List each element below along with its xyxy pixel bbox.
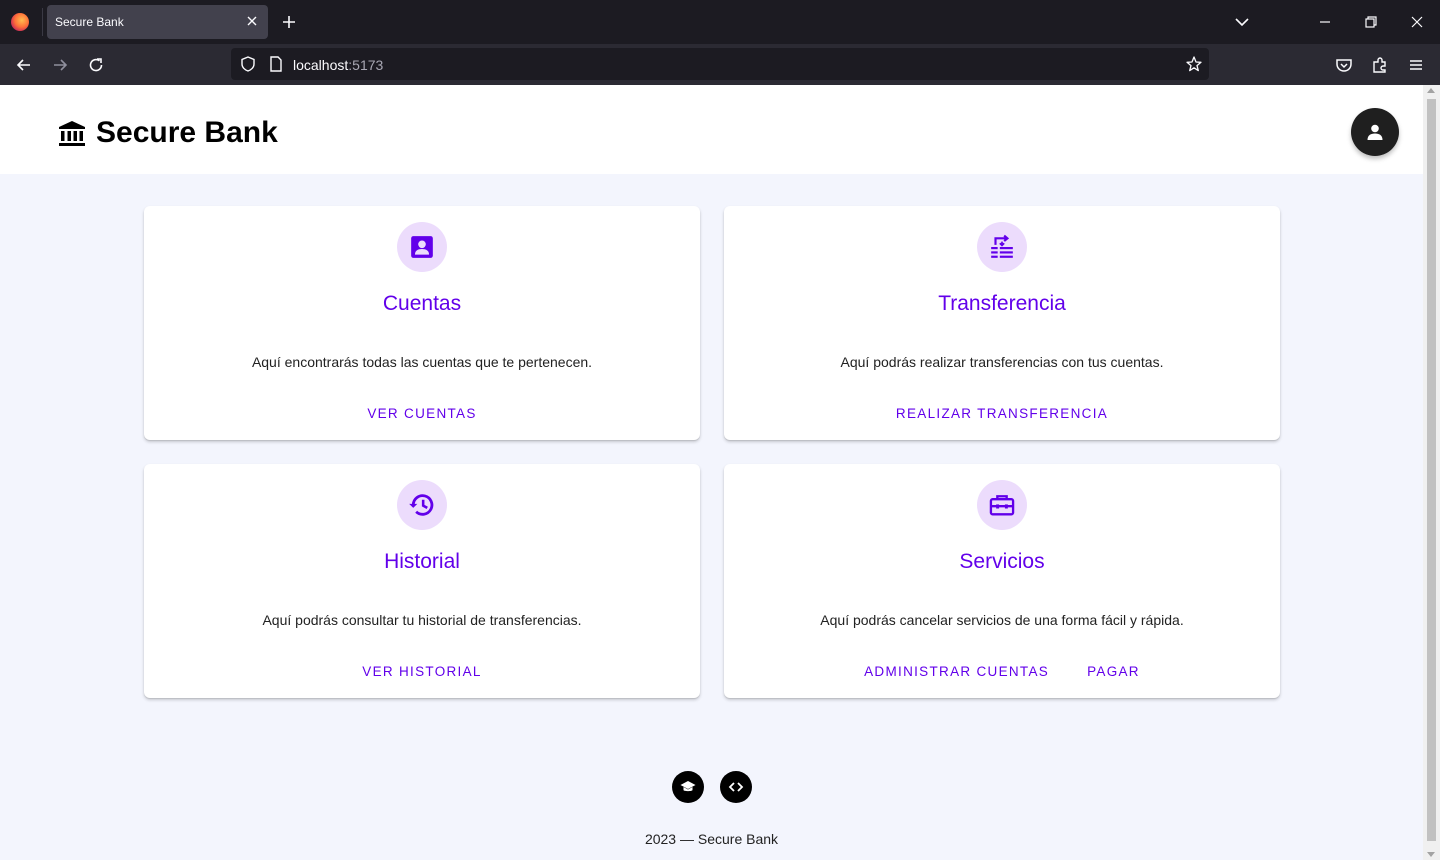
browser-nav-bar: localhost:5173 [0, 44, 1440, 85]
card-title: Historial [384, 550, 460, 573]
scroll-up-arrow-icon[interactable] [1427, 88, 1435, 93]
card-actions: VER HISTORIAL [144, 664, 700, 679]
scroll-thumb[interactable] [1427, 99, 1436, 841]
url-text[interactable]: localhost:5173 [293, 57, 383, 73]
page-scrollbar[interactable] [1423, 85, 1440, 860]
transfer-icon [977, 222, 1027, 272]
card-description: Aquí podrás consultar tu historial de tr… [262, 612, 582, 628]
realizar-transferencia-button[interactable]: REALIZAR TRANSFERENCIA [896, 406, 1108, 421]
brand-name: Secure Bank [96, 116, 278, 149]
shield-icon[interactable] [239, 55, 257, 73]
firefox-logo-icon[interactable] [11, 13, 29, 31]
brand[interactable]: Secure Bank [58, 116, 278, 150]
card-title: Servicios [959, 550, 1045, 573]
card-title: Cuentas [382, 292, 462, 315]
tab-separator [42, 8, 43, 36]
footer-icons [672, 771, 752, 803]
close-tab-icon[interactable] [244, 13, 260, 29]
reload-icon[interactable] [86, 55, 106, 75]
bank-icon [59, 121, 85, 146]
school-icon[interactable] [672, 771, 704, 803]
ver-cuentas-button[interactable]: VER CUENTAS [367, 406, 476, 421]
user-account-button[interactable] [1351, 108, 1399, 156]
card-actions: ADMINISTRAR CUENTAS PAGAR [724, 664, 1280, 679]
page-viewport: Secure Bank Cuentas Aquí encontrarás tod… [0, 85, 1423, 860]
new-tab-icon[interactable] [280, 13, 298, 31]
card-description: Aquí podrás realizar transferencias con … [840, 354, 1164, 370]
chevron-down-icon[interactable] [1233, 13, 1251, 31]
close-window-icon[interactable] [1408, 13, 1426, 31]
card-transferencia: Transferencia Aquí podrás realizar trans… [724, 206, 1280, 440]
card-title: Transferencia [938, 292, 1066, 315]
url-host: localhost [293, 57, 349, 73]
card-description: Aquí encontrarás todas las cuentas que t… [251, 354, 593, 370]
pagar-button[interactable]: PAGAR [1087, 664, 1140, 679]
tab-title: Secure Bank [55, 15, 124, 29]
card-historial: Historial Aquí podrás consultar tu histo… [144, 464, 700, 698]
page-icon[interactable] [267, 55, 285, 73]
ver-historial-button[interactable]: VER HISTORIAL [362, 664, 481, 679]
app-header: Secure Bank [0, 85, 1423, 174]
url-bar[interactable]: localhost:5173 [231, 48, 1209, 80]
star-icon[interactable] [1185, 55, 1203, 73]
forward-icon[interactable] [50, 55, 70, 75]
code-icon[interactable] [720, 771, 752, 803]
person-icon [1367, 124, 1383, 140]
extensions-icon[interactable] [1370, 55, 1390, 75]
history-icon [397, 480, 447, 530]
card-servicios: Servicios Aquí podrás cancelar servicios… [724, 464, 1280, 698]
administrar-cuentas-button[interactable]: ADMINISTRAR CUENTAS [864, 664, 1049, 679]
browser-tab-bar: Secure Bank [0, 0, 1440, 44]
briefcase-icon [977, 480, 1027, 530]
restore-window-icon[interactable] [1362, 13, 1380, 31]
footer-copyright: 2023 — Secure Bank [644, 831, 779, 847]
card-actions: VER CUENTAS [144, 406, 700, 421]
pocket-icon[interactable] [1334, 55, 1354, 75]
browser-tab-active[interactable]: Secure Bank [47, 5, 268, 39]
scroll-down-arrow-icon[interactable] [1427, 852, 1435, 857]
minimize-window-icon[interactable] [1316, 13, 1334, 31]
back-icon[interactable] [14, 55, 34, 75]
url-port: :5173 [348, 57, 384, 73]
menu-icon[interactable] [1406, 55, 1426, 75]
card-cuentas: Cuentas Aquí encontrarás todas las cuent… [144, 206, 700, 440]
card-actions: REALIZAR TRANSFERENCIA [724, 406, 1280, 421]
card-description: Aquí podrás cancelar servicios de una fo… [820, 612, 1184, 628]
account-box-icon [397, 222, 447, 272]
